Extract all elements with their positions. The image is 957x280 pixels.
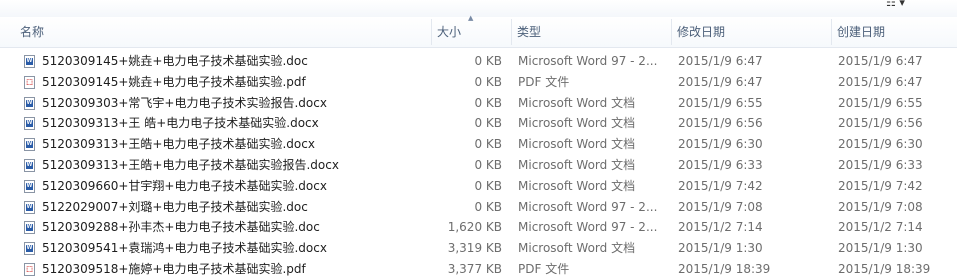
file-size: 0 KB xyxy=(474,199,502,214)
file-name: 5120309288+孙丰杰+电力电子技术基础实验.doc xyxy=(42,220,320,235)
file-size: 0 KB xyxy=(474,116,502,131)
file-name: 5120309303+常飞宇+电力电子技术实验报告.docx xyxy=(42,95,327,110)
file-type: Microsoft Word 97 - 2... xyxy=(518,54,658,68)
file-name: 5120309313+王皓+电力电子技术基础实验.docx xyxy=(42,137,315,152)
pdf-file-icon: ⬚ xyxy=(24,262,35,276)
file-name: 5120309660+甘宇翔+电力电子技术基础实验.docx xyxy=(42,178,327,193)
word-doc-icon: W xyxy=(24,179,35,193)
word-doc-icon: W xyxy=(24,200,35,214)
file-modified-date: 2015/1/9 18:39 xyxy=(678,261,771,276)
column-header-modified-label: 修改日期 xyxy=(677,25,726,39)
file-type: Microsoft Word 97 - 2... xyxy=(518,220,658,235)
file-row[interactable]: W 5120309541+袁瑞鸿+电力电子技术基础实验.docx 3,319 K… xyxy=(0,238,957,259)
file-created-date: 2015/1/9 6:55 xyxy=(838,95,923,110)
file-name: 5120309313+王 皓+电力电子技术基础实验.docx xyxy=(42,116,319,131)
file-row[interactable]: ⬚ 5120309518+施婷+电力电子技术基础实验.pdf 3,377 KB … xyxy=(0,259,957,280)
file-created-date: 2015/1/2 7:14 xyxy=(838,220,923,235)
column-header-name[interactable]: 名称 xyxy=(15,17,432,47)
file-size: 3,377 KB xyxy=(447,261,502,276)
file-row[interactable]: W 5120309303+常飞宇+电力电子技术实验报告.docx 0 KB Mi… xyxy=(0,93,957,114)
file-modified-date: 2015/1/9 6:55 xyxy=(678,95,763,110)
word-doc-icon: W xyxy=(24,221,35,235)
file-created-date: 2015/1/9 1:30 xyxy=(838,241,923,256)
file-created-date: 2015/1/9 6:47 xyxy=(838,54,923,68)
file-size: 1,620 KB xyxy=(447,220,502,235)
file-size: 0 KB xyxy=(474,137,502,152)
file-list: W 5120309145+姚垚+电力电子技术基础实验.doc 0 KB Micr… xyxy=(0,51,957,280)
word-doc-icon: W xyxy=(24,55,35,68)
file-row[interactable]: ⬚ 5120309145+姚垚+电力电子技术基础实验.pdf 0 KB PDF … xyxy=(0,72,957,93)
file-modified-date: 2015/1/9 7:42 xyxy=(678,178,763,193)
file-type: Microsoft Word 文档 xyxy=(518,137,636,152)
sort-ascending-icon: ▲ xyxy=(468,14,474,22)
file-type: Microsoft Word 文档 xyxy=(518,241,636,256)
column-header-type[interactable]: 类型 xyxy=(512,17,672,47)
file-row[interactable]: W 5120309313+王皓+电力电子技术基础实验报告.docx 0 KB M… xyxy=(0,155,957,176)
file-created-date: 2015/1/9 6:47 xyxy=(838,74,923,89)
file-created-date: 2015/1/9 6:33 xyxy=(838,157,923,172)
file-created-date: 2015/1/9 6:30 xyxy=(838,137,923,152)
file-name: 5120309145+姚垚+电力电子技术基础实验.doc xyxy=(42,54,308,68)
file-modified-date: 2015/1/9 6:47 xyxy=(678,54,763,68)
file-type: Microsoft Word 文档 xyxy=(518,157,636,172)
file-row[interactable]: W 5120309313+王皓+电力电子技术基础实验.docx 0 KB Mic… xyxy=(0,134,957,155)
column-header-size-label: 大小 xyxy=(437,25,462,39)
toolbar-strip: ☷ ▾ xyxy=(0,0,957,17)
file-size: 0 KB xyxy=(474,54,502,68)
file-modified-date: 2015/1/2 7:14 xyxy=(678,220,763,235)
file-row[interactable]: W 5120309313+王 皓+电力电子技术基础实验.docx 0 KB Mi… xyxy=(0,113,957,134)
word-doc-icon: W xyxy=(24,158,35,172)
file-type: PDF 文件 xyxy=(518,261,570,276)
file-created-date: 2015/1/9 7:08 xyxy=(838,199,923,214)
file-name: 5120309313+王皓+电力电子技术基础实验报告.docx xyxy=(42,157,339,172)
view-options-button[interactable]: ☷ ▾ xyxy=(886,0,905,9)
column-header-modified[interactable]: 修改日期 xyxy=(672,17,832,47)
file-type: Microsoft Word 文档 xyxy=(518,116,636,131)
file-size: 0 KB xyxy=(474,95,502,110)
file-created-date: 2015/1/9 6:56 xyxy=(838,116,923,131)
file-row[interactable]: W 5120309145+姚垚+电力电子技术基础实验.doc 0 KB Micr… xyxy=(0,51,957,72)
file-name: 5120309145+姚垚+电力电子技术基础实验.pdf xyxy=(42,74,306,89)
column-header-name-label: 名称 xyxy=(20,25,45,39)
file-row[interactable]: W 5122029007+刘璐+电力电子技术基础实验.doc 0 KB Micr… xyxy=(0,197,957,218)
file-name: 5122029007+刘璐+电力电子技术基础实验.doc xyxy=(42,199,308,214)
file-modified-date: 2015/1/9 6:30 xyxy=(678,137,763,152)
word-doc-icon: W xyxy=(24,242,35,256)
file-type: PDF 文件 xyxy=(518,74,570,89)
file-row[interactable]: W 5120309660+甘宇翔+电力电子技术基础实验.docx 0 KB Mi… xyxy=(0,176,957,197)
file-type: Microsoft Word 文档 xyxy=(518,178,636,193)
file-created-date: 2015/1/9 7:42 xyxy=(838,178,923,193)
word-doc-icon: W xyxy=(24,117,35,131)
file-size: 3,319 KB xyxy=(447,241,502,256)
column-header-created-label: 创建日期 xyxy=(837,25,886,39)
file-name: 5120309518+施婷+电力电子技术基础实验.pdf xyxy=(42,261,306,276)
column-header-bar: 名称 大小 类型 修改日期 创建日期 xyxy=(0,17,957,48)
column-header-type-label: 类型 xyxy=(517,25,542,39)
file-size: 0 KB xyxy=(474,74,502,89)
file-name: 5120309541+袁瑞鸿+电力电子技术基础实验.docx xyxy=(42,241,327,256)
file-modified-date: 2015/1/9 7:08 xyxy=(678,199,763,214)
file-size: 0 KB xyxy=(474,157,502,172)
file-size: 0 KB xyxy=(474,178,502,193)
file-modified-date: 2015/1/9 6:47 xyxy=(678,74,763,89)
word-doc-icon: W xyxy=(24,96,35,110)
file-type: Microsoft Word 文档 xyxy=(518,95,636,110)
file-modified-date: 2015/1/9 1:30 xyxy=(678,241,763,256)
file-row[interactable]: W 5120309288+孙丰杰+电力电子技术基础实验.doc 1,620 KB… xyxy=(0,217,957,238)
column-header-created[interactable]: 创建日期 xyxy=(832,17,957,47)
word-doc-icon: W xyxy=(24,138,35,152)
pdf-file-icon: ⬚ xyxy=(24,75,35,89)
file-modified-date: 2015/1/9 6:33 xyxy=(678,157,763,172)
file-type: Microsoft Word 97 - 2... xyxy=(518,199,658,214)
file-created-date: 2015/1/9 18:39 xyxy=(838,261,931,276)
file-modified-date: 2015/1/9 6:56 xyxy=(678,116,763,131)
